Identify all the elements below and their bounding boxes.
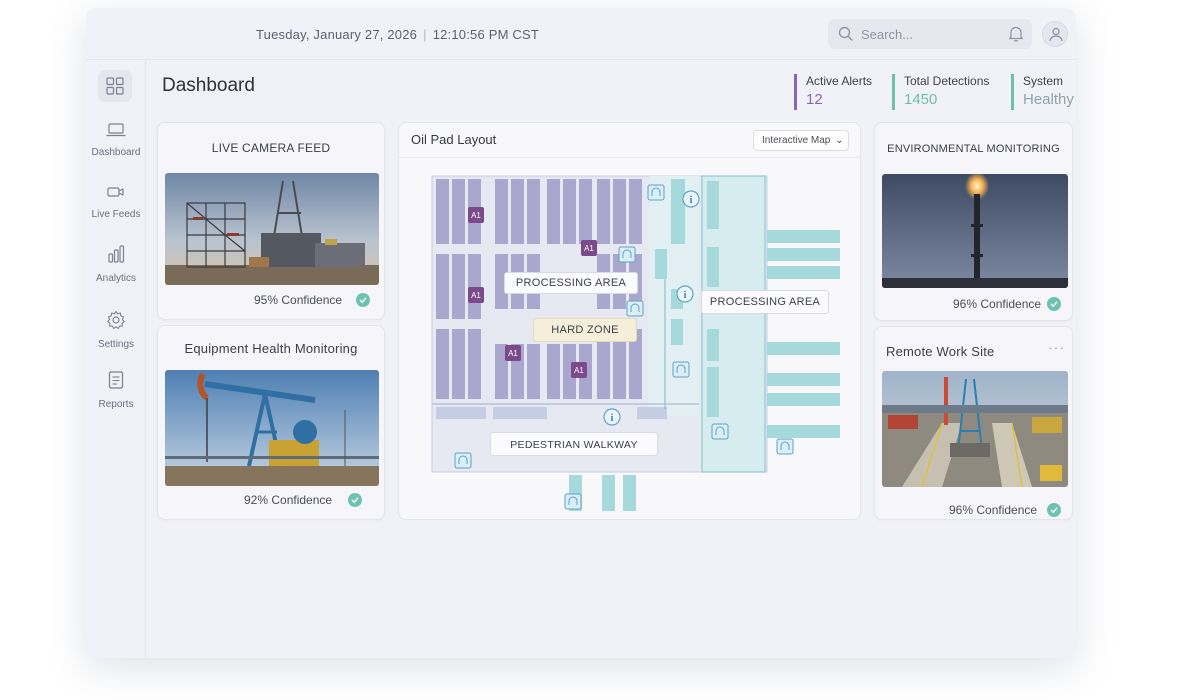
sidebar-item-label: Dashboard — [91, 147, 141, 158]
oil-pad-layout-card: Oil Pad Layout Interactive Map ⌄ A1 A1 A… — [398, 122, 861, 520]
map-view-select[interactable]: Interactive Map ⌄ — [753, 130, 849, 151]
grid-icon — [106, 77, 124, 95]
check-icon — [348, 493, 362, 507]
check-icon — [1047, 297, 1061, 311]
info-icon[interactable]: i — [603, 408, 621, 426]
sidebar-item-label: Settings — [97, 339, 135, 350]
card-title: Remote Work Site — [886, 344, 995, 359]
page-title: Dashboard — [162, 75, 255, 96]
stat-total-detections: Total Detections 1450 — [892, 74, 989, 110]
divider — [399, 157, 860, 158]
equipment-health-card[interactable]: Equipment Health Monitoring 92% Confiden… — [157, 325, 385, 520]
gear-icon — [107, 310, 125, 330]
stat-value: Healthy — [1023, 91, 1074, 108]
confidence-text: 95% Confidence — [254, 293, 343, 307]
sidebar-item-label: Analytics — [95, 273, 136, 284]
more-options-button[interactable]: ··· — [1048, 339, 1065, 355]
alert-marker-label: A1 — [574, 366, 584, 375]
user-icon — [1049, 27, 1063, 42]
stat-label: Total Detections — [904, 74, 990, 88]
pumpjack-image — [165, 370, 379, 486]
sensor-icon[interactable] — [711, 423, 729, 440]
flare-stack-image — [882, 174, 1068, 288]
confidence-text: 96% Confidence — [949, 503, 1038, 517]
current-date: Tuesday, January 27, 2026 — [256, 27, 418, 42]
svg-text:i: i — [684, 290, 687, 301]
sensor-icon[interactable] — [776, 438, 794, 455]
sensor-icon[interactable] — [672, 361, 690, 378]
zone-label-processing-area[interactable]: PROCESSING AREA — [701, 290, 829, 314]
svg-text:i: i — [690, 195, 693, 206]
sensor-icon[interactable] — [618, 246, 636, 263]
sidebar-item-dashboard[interactable]: Dashboard — [86, 122, 146, 160]
card-title: LIVE CAMERA FEED — [211, 141, 331, 155]
alert-marker-label: A1 — [508, 349, 518, 358]
live-camera-card[interactable]: LIVE CAMERA FEED 95% Confidence — [157, 122, 385, 320]
confidence-text: 92% Confidence — [244, 493, 333, 507]
alert-marker[interactable]: A1 — [505, 345, 521, 361]
sidebar: Dashboard Live Feeds Analytics Settings … — [86, 60, 146, 658]
bar-chart-icon — [108, 245, 125, 263]
alert-marker-label: A1 — [471, 291, 481, 300]
app-window: Tuesday, January 27, 2026 | 12:10:56 PM CS… — [86, 8, 1076, 658]
chevron-down-icon: ⌄ — [835, 135, 844, 146]
sensor-icon[interactable] — [626, 300, 644, 317]
map-view-select-value: Interactive Map — [762, 135, 831, 146]
card-title: ENVIRONMENTAL MONITORING — [887, 143, 1060, 155]
datetime-separator: | — [423, 27, 427, 42]
alert-marker-label: A1 — [584, 244, 594, 253]
sidebar-item-live-feeds[interactable]: Live Feeds — [86, 184, 146, 222]
sidebar-item-analytics[interactable]: Analytics — [86, 244, 146, 286]
sidebar-item-settings[interactable]: Settings — [86, 310, 146, 352]
sensor-icon[interactable] — [647, 184, 665, 201]
stat-label: System — [1023, 74, 1064, 88]
search-placeholder: Search... — [861, 27, 914, 42]
search-input[interactable]: Search... — [828, 19, 1032, 49]
svg-text:i: i — [611, 413, 614, 424]
video-icon — [107, 187, 124, 197]
sidebar-item-reports[interactable]: Reports — [86, 370, 146, 412]
remote-work-site-card[interactable]: Remote Work Site ··· 96% Confidence — [874, 326, 1073, 520]
app-menu-button[interactable] — [98, 70, 132, 102]
top-bar: Tuesday, January 27, 2026 | 12:10:56 PM CS… — [86, 8, 1076, 60]
document-icon — [108, 371, 124, 389]
info-icon[interactable]: i — [682, 190, 700, 208]
zone-label-hard-zone[interactable]: HARD ZONE — [533, 318, 637, 342]
check-icon — [1047, 503, 1061, 517]
drilling-rig-image — [165, 173, 379, 285]
work-site-image — [882, 371, 1068, 487]
current-time: 12:10:56 PM CST — [432, 27, 540, 42]
sidebar-item-label: Live Feeds — [91, 209, 141, 220]
alert-marker[interactable]: A1 — [468, 207, 484, 223]
user-avatar[interactable] — [1042, 21, 1068, 47]
card-title: Equipment Health Monitoring — [184, 341, 358, 356]
zone-label-pedestrian-walkway[interactable]: PEDESTRIAN WALKWAY — [490, 432, 658, 456]
sensor-icon[interactable] — [454, 452, 472, 469]
stat-label: Active Alerts — [806, 74, 873, 88]
info-icon[interactable]: i — [676, 285, 694, 303]
datetime: Tuesday, January 27, 2026 | 12:10:56 PM CS… — [256, 27, 539, 42]
check-icon — [356, 293, 370, 307]
map-title: Oil Pad Layout — [411, 132, 497, 147]
sidebar-item-label: Reports — [98, 399, 134, 410]
laptop-icon — [106, 123, 126, 137]
stat-system: System Healthy — [1011, 74, 1074, 110]
stat-active-alerts: Active Alerts 12 — [794, 74, 872, 110]
alert-marker-label: A1 — [471, 211, 481, 220]
bell-icon[interactable] — [1008, 25, 1024, 42]
alert-marker[interactable]: A1 — [468, 287, 484, 303]
alert-marker[interactable]: A1 — [571, 362, 587, 378]
environmental-monitoring-card[interactable]: ENVIRONMENTAL MONITORING 96% Confidence — [874, 122, 1073, 321]
zone-label-processing-area[interactable]: PROCESSING AREA — [504, 272, 638, 294]
confidence-text: 96% Confidence — [953, 297, 1042, 311]
stat-value: 1450 — [904, 91, 938, 108]
sensor-icon[interactable] — [564, 493, 582, 510]
search-icon — [838, 26, 853, 41]
alert-marker[interactable]: A1 — [581, 240, 597, 256]
stat-value: 12 — [806, 91, 823, 108]
